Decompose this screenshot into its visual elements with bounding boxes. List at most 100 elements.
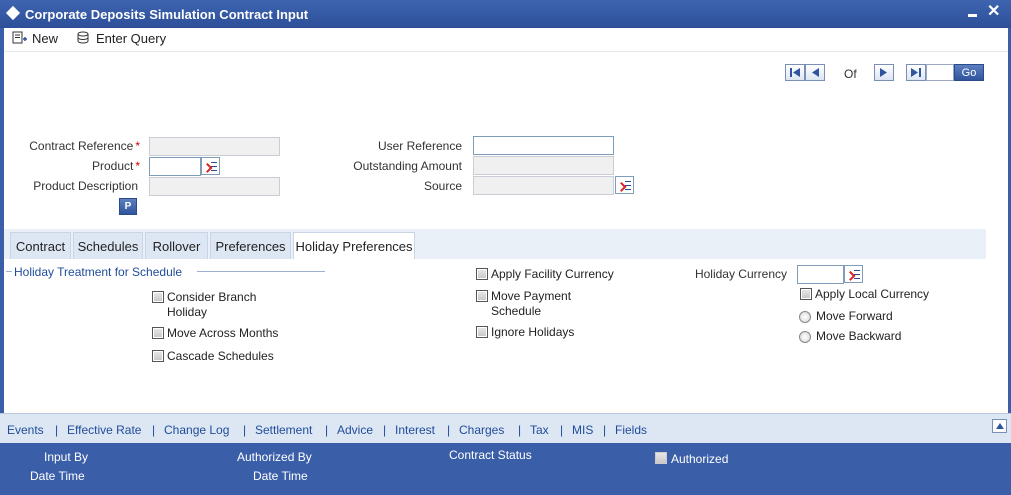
window-title: Corporate Deposits Simulation Contract I…: [25, 7, 309, 22]
move-forward-radio[interactable]: [799, 311, 811, 323]
cascade-schedules-checkbox[interactable]: [152, 350, 164, 362]
page-number-input[interactable]: [926, 64, 954, 81]
consider-branch-holiday-checkbox[interactable]: [152, 291, 164, 303]
apply-local-currency-checkbox[interactable]: [800, 288, 812, 300]
move-across-months-checkbox[interactable]: [152, 327, 164, 339]
enter-query-label: Enter Query: [96, 31, 167, 46]
last-icon: [911, 68, 921, 77]
tab-strip: Contract Schedules Rollover Preferences …: [4, 229, 986, 259]
link-tax[interactable]: Tax: [530, 423, 549, 437]
authorized-checkbox[interactable]: [655, 452, 667, 464]
link-separator: |: [447, 423, 451, 437]
enter-query-button[interactable]: Enter Query: [76, 30, 166, 48]
contract-reference-field[interactable]: [149, 137, 280, 156]
product-description-label: Product Description: [33, 179, 138, 193]
last-record-button[interactable]: [906, 64, 926, 81]
new-button[interactable]: New: [12, 30, 58, 48]
application-window: Corporate Deposits Simulation Contract I…: [0, 0, 1011, 495]
link-separator: |: [560, 423, 564, 437]
holiday-currency-label: Holiday Currency: [694, 267, 787, 281]
authorized-by-label: Authorized By: [237, 450, 312, 464]
lov-list-icon: [854, 270, 860, 279]
record-navigator: Of Go: [4, 64, 1008, 82]
next-icon: [880, 68, 887, 77]
go-button[interactable]: Go: [954, 64, 984, 81]
contract-status-label: Contract Status: [449, 448, 532, 462]
scroll-up-button[interactable]: [992, 419, 1007, 433]
audit-footer: Input By Date Time Authorized By Date Ti…: [0, 443, 1011, 495]
move-payment-schedule-line1: Move Payment: [491, 289, 572, 303]
tab-holiday-preferences[interactable]: Holiday Preferences: [293, 232, 415, 259]
subsystem-link-bar: Events | Effective Rate | Change Log | S…: [0, 413, 1011, 443]
move-across-months-label: Move Across Months: [167, 326, 279, 340]
link-charges[interactable]: Charges: [459, 423, 504, 437]
previous-icon: [812, 68, 819, 77]
link-separator: |: [55, 423, 59, 437]
outstanding-amount-label: Outstanding Amount: [353, 159, 462, 173]
tab-preferences[interactable]: Preferences: [210, 232, 291, 259]
title-bar: Corporate Deposits Simulation Contract I…: [0, 0, 1011, 28]
next-record-button[interactable]: [874, 64, 894, 81]
ignore-holidays-checkbox[interactable]: [476, 326, 488, 338]
link-interest[interactable]: Interest: [395, 423, 435, 437]
close-button[interactable]: ✕: [987, 4, 1000, 20]
user-reference-field[interactable]: [473, 136, 614, 155]
link-separator: |: [243, 423, 247, 437]
toolbar: New Enter Query: [4, 28, 1008, 52]
link-settlement[interactable]: Settlement: [255, 423, 312, 437]
contract-reference-label: Contract Reference: [29, 139, 134, 153]
lov-list-icon: [625, 181, 631, 190]
contract-reference-label-wrap: Contract Reference *: [4, 139, 140, 153]
product-lov-button[interactable]: [201, 157, 220, 175]
date-time-label: Date Time: [253, 469, 308, 483]
ignore-holidays-label: Ignore Holidays: [491, 325, 575, 339]
product-p-button[interactable]: P: [119, 198, 137, 215]
required-mark: *: [135, 139, 140, 153]
source-field[interactable]: [473, 176, 614, 195]
move-backward-label: Move Backward: [816, 329, 902, 343]
form-content: New Enter Query Of Go Contract Reference…: [4, 28, 1008, 413]
tab-contract[interactable]: Contract: [10, 232, 71, 259]
link-fields[interactable]: Fields: [615, 423, 647, 437]
consider-branch-holiday-line2: Holiday: [167, 305, 208, 319]
link-separator: |: [518, 423, 522, 437]
consider-branch-holiday-line1: Consider Branch: [167, 290, 257, 304]
product-label: Product: [91, 159, 134, 173]
cascade-schedules-label: Cascade Schedules: [167, 349, 274, 363]
link-mis[interactable]: MIS: [572, 423, 593, 437]
move-payment-schedule-checkbox[interactable]: [476, 290, 488, 302]
holiday-currency-lov-button[interactable]: [844, 265, 863, 283]
first-record-button[interactable]: [785, 64, 805, 81]
query-database-icon: [77, 31, 89, 44]
link-advice[interactable]: Advice: [337, 423, 373, 437]
tab-schedules[interactable]: Schedules: [73, 232, 143, 259]
product-field[interactable]: [149, 157, 201, 176]
holiday-currency-field[interactable]: [797, 265, 844, 284]
link-separator: |: [325, 423, 329, 437]
outstanding-amount-field[interactable]: [473, 156, 614, 175]
date-time-label: Date Time: [30, 469, 85, 483]
move-payment-schedule-line2: Schedule: [491, 304, 542, 318]
link-separator: |: [603, 423, 607, 437]
previous-record-button[interactable]: [805, 64, 825, 81]
product-description-field[interactable]: [149, 177, 280, 196]
minimize-button[interactable]: [966, 6, 980, 20]
new-record-icon: [12, 31, 27, 44]
link-separator: |: [152, 423, 156, 437]
link-events[interactable]: Events: [7, 423, 44, 437]
link-separator: |: [383, 423, 387, 437]
user-reference-label: User Reference: [377, 139, 462, 153]
tab-rollover[interactable]: Rollover: [145, 232, 208, 259]
source-lov-button[interactable]: [615, 176, 634, 194]
apply-facility-currency-checkbox[interactable]: [476, 268, 488, 280]
section-divider: [6, 271, 12, 272]
authorized-label: Authorized: [671, 452, 729, 466]
link-change-log[interactable]: Change Log: [164, 423, 229, 437]
move-backward-radio[interactable]: [799, 331, 811, 343]
section-divider: [197, 271, 325, 272]
window-diamond-icon: [5, 5, 21, 21]
link-effective-rate[interactable]: Effective Rate: [67, 423, 141, 437]
navigator-of-label: Of: [844, 67, 857, 81]
required-mark: *: [135, 159, 140, 173]
holiday-section-title: Holiday Treatment for Schedule: [14, 265, 183, 279]
